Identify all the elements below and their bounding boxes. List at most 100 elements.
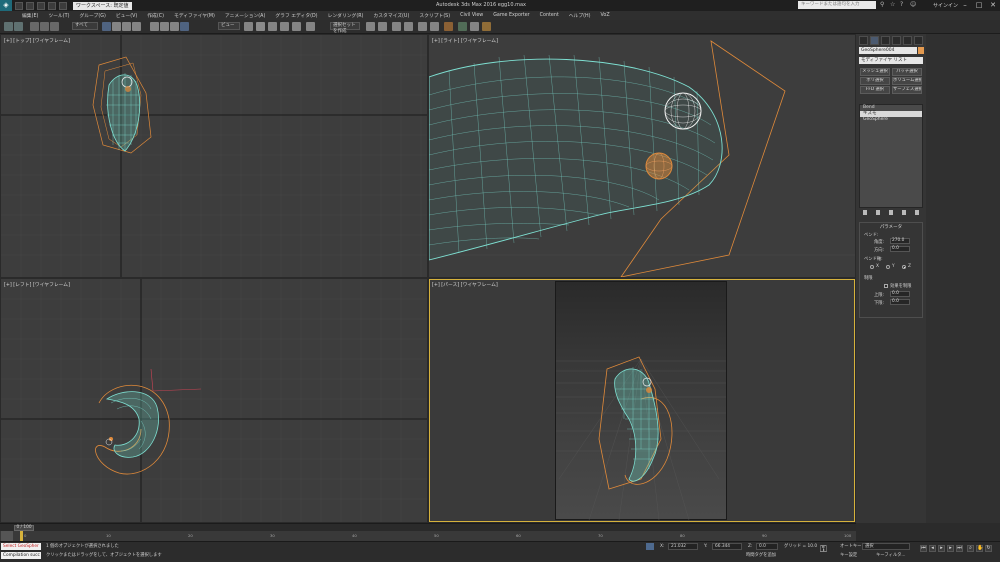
lower-limit-field[interactable]: 0.0 (890, 299, 910, 305)
snap-toggle-icon[interactable] (256, 22, 265, 31)
viewport-perspective[interactable]: [+] [パース] [ワイヤフレーム] (429, 279, 855, 522)
rendered-frame-icon[interactable] (470, 22, 479, 31)
zoom-icon[interactable]: ⌕ (967, 545, 974, 552)
unlink-icon[interactable] (40, 22, 49, 31)
pin-stack-icon[interactable] (863, 209, 868, 215)
menu-item[interactable]: モディファイヤ(M) (174, 12, 215, 19)
axis-y-radio[interactable] (886, 265, 890, 269)
mini-curve-editor-icon[interactable] (1, 531, 13, 541)
add-time-tag[interactable]: 時間タグを追加 (744, 552, 776, 559)
menu-item[interactable]: グループ(G) (79, 12, 105, 19)
set-key-button[interactable]: キー設定 (838, 552, 857, 559)
place-icon[interactable] (180, 22, 189, 31)
viewport-left[interactable]: [+] [レフト] [ワイヤフレーム] (1, 279, 427, 522)
window-crossing-icon[interactable] (132, 22, 141, 31)
pivot-icon[interactable] (244, 22, 253, 31)
menu-item[interactable]: Content (540, 13, 559, 18)
direction-field[interactable]: 0.0 (890, 246, 910, 252)
render-setup-icon[interactable] (458, 22, 467, 31)
autokey-selection-dropdown[interactable]: 選択 (862, 543, 910, 550)
viewport-label[interactable]: [+] [レフト] [ワイヤフレーム] (4, 281, 70, 288)
motion-tab-icon[interactable] (892, 36, 901, 45)
selection-filter-dropdown[interactable]: すべて (72, 22, 98, 30)
configure-sets-icon[interactable] (914, 209, 919, 215)
workspace-dropdown[interactable]: ワークスペース: 既定値 (73, 1, 132, 10)
viewport-label[interactable]: [+] [パース] [ワイヤフレーム] (432, 281, 498, 288)
select-object-icon[interactable] (102, 22, 111, 31)
signin-button[interactable]: サインイン (933, 2, 958, 9)
menu-item[interactable]: レンダリング(R) (328, 12, 364, 19)
menu-item[interactable]: ビュー(V) (116, 12, 137, 19)
angle-field[interactable]: 270.0 (890, 238, 910, 244)
menu-item[interactable]: スクリプト(S) (419, 12, 450, 19)
rect-selection-icon[interactable] (122, 22, 131, 31)
key-filters-button[interactable]: キーフィルタ... (874, 552, 906, 559)
next-frame-icon[interactable]: ▸ (947, 545, 954, 552)
edit-named-sel-icon[interactable] (306, 22, 315, 31)
time-marker[interactable] (20, 531, 23, 541)
angle-snap-icon[interactable] (268, 22, 277, 31)
poly-select-button[interactable]: ポリ選択 (860, 77, 890, 85)
make-unique-icon[interactable] (888, 209, 893, 215)
percent-snap-icon[interactable] (280, 22, 289, 31)
curve-editor-icon[interactable] (418, 22, 427, 31)
create-tab-icon[interactable] (859, 36, 868, 45)
mirror-icon[interactable] (366, 22, 375, 31)
scale-icon[interactable] (170, 22, 179, 31)
bind-space-warp-icon[interactable] (50, 22, 59, 31)
z-coord-field[interactable]: 0.0 (756, 543, 778, 550)
open-file-icon[interactable] (26, 1, 34, 10)
volume-select-button[interactable]: ボリューム選択 (892, 77, 922, 85)
orbit-icon[interactable]: ↻ (985, 545, 992, 552)
named-selection-dropdown[interactable]: 選択セットを作成 (330, 22, 360, 34)
object-name-field[interactable]: GeoSphere004 (859, 47, 917, 54)
remove-modifier-icon[interactable] (901, 209, 906, 215)
move-icon[interactable] (150, 22, 159, 31)
ffd-select-button[interactable]: FFD 選択 (860, 86, 890, 94)
patch-select-button[interactable]: パッチ選択 (892, 68, 922, 76)
schematic-icon[interactable] (430, 22, 439, 31)
menu-item[interactable]: ツール(T) (48, 12, 69, 19)
viewport-label[interactable]: [+] [トップ] [ワイヤフレーム] (4, 37, 70, 44)
axis-x-radio[interactable] (870, 265, 874, 269)
upper-limit-field[interactable]: 0.0 (890, 291, 910, 297)
hierarchy-tab-icon[interactable] (881, 36, 890, 45)
user-icon[interactable]: ☺ (910, 1, 916, 8)
menu-item[interactable]: アニメーション(A) (225, 12, 265, 19)
link-icon[interactable] (30, 22, 39, 31)
render-icon[interactable] (482, 22, 491, 31)
maximize-icon[interactable]: □ (972, 0, 986, 11)
menu-item[interactable]: ヘルプ(H) (569, 12, 591, 19)
mesh-select-button[interactable]: メッシュ選択 (860, 68, 890, 76)
menu-item[interactable]: Game Exporter (493, 13, 529, 18)
menu-item[interactable]: 編集(E) (22, 12, 38, 19)
redo-icon[interactable] (59, 1, 67, 10)
stack-item-geosphere[interactable]: GeoSphere (860, 117, 922, 123)
key-icon[interactable]: ⚿ (820, 545, 834, 555)
new-file-icon[interactable] (15, 1, 23, 10)
lock-selection-icon[interactable] (646, 543, 654, 550)
ref-coord-dropdown[interactable]: ビュー (218, 22, 240, 30)
y-coord-field[interactable]: 66.344 (712, 543, 742, 550)
align-icon[interactable] (378, 22, 387, 31)
material-editor-icon[interactable] (444, 22, 453, 31)
rollout-title[interactable]: パラメータ (860, 224, 922, 230)
surface-select-button[interactable]: サーフェス選択 (892, 86, 922, 94)
goto-start-icon[interactable]: ⏮ (920, 545, 927, 552)
utilities-tab-icon[interactable] (914, 36, 923, 45)
maxscript-output[interactable]: Compilation succ (1, 552, 41, 559)
save-file-icon[interactable] (37, 1, 45, 10)
axis-z-radio[interactable] (902, 265, 906, 269)
maxscript-listener-input[interactable]: Select GeoSpher (1, 543, 41, 550)
menu-item[interactable]: カスタマイズ(U) (373, 12, 409, 19)
time-slider-bar[interactable]: 0 / 100 (0, 523, 856, 531)
close-icon[interactable]: ✕ (986, 0, 1000, 11)
help-icon[interactable]: ? (900, 1, 906, 8)
spinner-snap-icon[interactable] (292, 22, 301, 31)
app-logo-icon[interactable]: ◈ (0, 0, 12, 11)
menu-item[interactable]: Civil View (460, 13, 483, 18)
menu-item[interactable]: VoZ (600, 13, 609, 18)
modify-tab-icon[interactable] (870, 36, 879, 45)
pan-icon[interactable]: ✋ (976, 545, 983, 552)
viewport-label[interactable]: [+] [ライト] [ワイヤフレーム] (432, 37, 498, 44)
